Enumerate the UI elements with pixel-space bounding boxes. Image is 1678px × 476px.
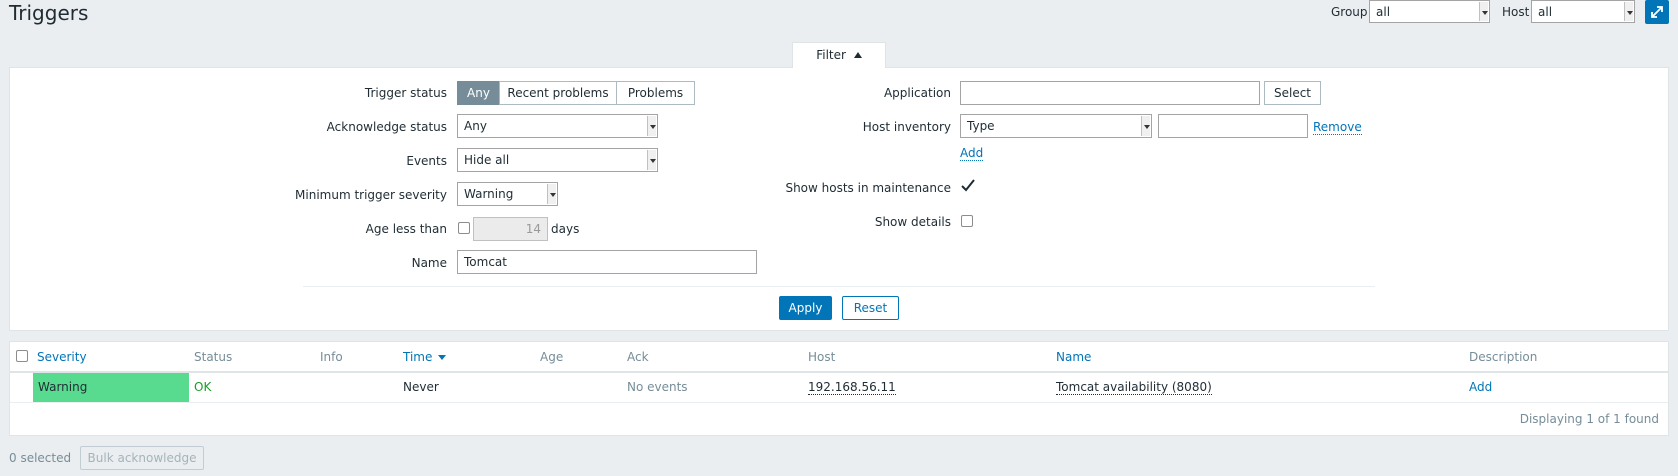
sort-down-icon <box>438 355 447 360</box>
show-maintenance-checkbox[interactable] <box>960 178 975 192</box>
ack-cell: No events <box>627 380 688 394</box>
severity-cell: Warning <box>33 373 189 402</box>
min-severity-label: Minimum trigger severity <box>295 188 447 202</box>
column-severity[interactable]: Severity <box>37 350 87 364</box>
apply-button[interactable]: Apply <box>779 296 832 320</box>
acknowledge-status-select[interactable]: Any <box>457 114 658 138</box>
group-label: Group <box>1331 5 1368 19</box>
age-checkbox[interactable] <box>458 222 470 234</box>
column-ack: Ack <box>627 350 649 364</box>
select-all-checkbox[interactable] <box>16 350 28 362</box>
host-inventory-label: Host inventory <box>862 120 951 134</box>
host-label: Host <box>1502 5 1530 19</box>
column-age: Age <box>540 350 564 364</box>
show-details-label: Show details <box>874 215 951 229</box>
application-select-button[interactable]: Select <box>1264 81 1321 105</box>
age-label: Age less than <box>365 222 447 236</box>
host-inventory-remove-link[interactable]: Remove <box>1313 120 1362 135</box>
trigger-status-label: Trigger status <box>364 86 447 100</box>
table-footer: Displaying 1 of 1 found <box>1519 412 1659 426</box>
trigger-status-recent-problems[interactable]: Recent problems <box>499 81 617 105</box>
trigger-name-link[interactable]: Tomcat availability (8080) <box>1056 380 1212 395</box>
column-status: Status <box>194 350 233 364</box>
table-row-divider <box>10 402 1668 403</box>
name-label: Name <box>411 256 447 270</box>
fullscreen-icon <box>1651 6 1663 18</box>
column-description: Description <box>1469 350 1538 364</box>
trigger-status-any[interactable]: Any <box>457 81 500 105</box>
column-host: Host <box>808 350 836 364</box>
name-input[interactable]: Tomcat <box>457 250 757 274</box>
acknowledge-status-label: Acknowledge status <box>326 120 447 134</box>
min-severity-select[interactable]: Warning <box>457 182 558 206</box>
host-inventory-value-input[interactable] <box>1158 114 1308 138</box>
chevron-down-icon <box>1141 116 1150 136</box>
application-input[interactable] <box>960 81 1260 105</box>
selected-count: 0 selected <box>9 451 72 465</box>
chevron-down-icon <box>647 150 656 170</box>
chevron-down-icon <box>547 184 556 204</box>
trigger-status-problems[interactable]: Problems <box>616 81 695 105</box>
show-details-checkbox[interactable] <box>961 215 973 227</box>
triangle-up-icon <box>853 52 862 58</box>
filter-tab-label: Filter <box>816 48 846 62</box>
show-maintenance-label: Show hosts in maintenance <box>785 181 951 195</box>
column-info: Info <box>320 350 343 364</box>
host-inventory-add-link[interactable]: Add <box>960 146 984 161</box>
group-select-value: all <box>1376 5 1391 19</box>
time-cell: Never <box>403 380 439 394</box>
filter-tab[interactable]: Filter <box>792 42 886 68</box>
checkmark-icon <box>961 179 975 192</box>
column-time[interactable]: Time <box>403 350 447 364</box>
chevron-down-icon <box>1479 2 1488 21</box>
bulk-acknowledge-button[interactable]: Bulk acknowledge <box>80 446 204 470</box>
events-select[interactable]: Hide all <box>457 148 658 172</box>
page-title: Triggers <box>9 1 89 25</box>
events-label: Events <box>406 154 447 168</box>
host-select[interactable]: all <box>1531 0 1635 23</box>
fullscreen-button[interactable] <box>1645 0 1669 24</box>
group-select[interactable]: all <box>1369 0 1490 23</box>
chevron-down-icon <box>1624 2 1633 21</box>
age-input[interactable]: 14 <box>473 217 548 241</box>
description-add-link[interactable]: Add <box>1469 380 1492 394</box>
status-cell: OK <box>194 380 212 394</box>
host-link[interactable]: 192.168.56.11 <box>808 380 896 395</box>
host-select-value: all <box>1538 5 1553 19</box>
age-unit: days <box>551 222 580 236</box>
reset-button[interactable]: Reset <box>842 296 899 320</box>
application-label: Application <box>883 86 951 100</box>
filter-divider <box>303 286 1375 287</box>
column-name[interactable]: Name <box>1056 350 1091 364</box>
host-inventory-field-select[interactable]: Type <box>960 114 1152 138</box>
chevron-down-icon <box>647 116 656 136</box>
